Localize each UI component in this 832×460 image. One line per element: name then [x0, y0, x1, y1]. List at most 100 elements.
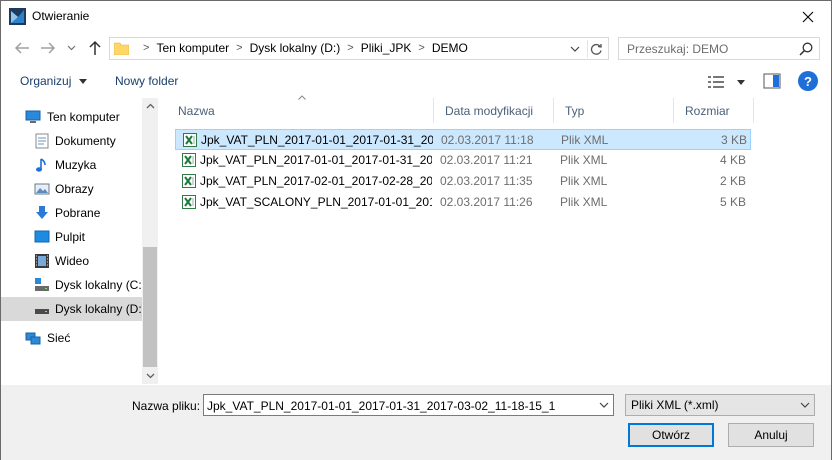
search-icon[interactable] [799, 42, 813, 56]
file-row[interactable]: Jpk_VAT_PLN_2017-02-01_2017-02-28_20... … [175, 171, 751, 192]
new-folder-button[interactable]: Nowy folder [115, 74, 178, 88]
scroll-up-button[interactable] [142, 98, 158, 114]
app-logo-icon [9, 8, 26, 25]
sidebar-item-pictures[interactable]: Obrazy [1, 177, 142, 201]
file-name: Jpk_VAT_SCALONY_PLN_2017-01-01_201... [200, 195, 432, 209]
file-name: Jpk_VAT_PLN_2017-01-01_2017-01-31_20... [201, 133, 433, 147]
file-name: Jpk_VAT_PLN_2017-01-01_2017-01-31_20... [200, 153, 432, 167]
file-type-filter-select[interactable]: Pliki XML (*.xml) [625, 394, 815, 416]
xml-file-icon [183, 133, 197, 147]
chevron-down-icon [67, 45, 75, 51]
scroll-down-button[interactable] [142, 368, 158, 384]
close-icon [802, 11, 814, 22]
column-header-name[interactable]: Nazwa [167, 95, 434, 123]
dialog-footer: Nazwa pliku: Pliki XML (*.xml) Otwórz An… [1, 385, 831, 460]
arrow-left-icon [14, 42, 29, 54]
sidebar-item-label: Dokumenty [55, 134, 116, 148]
view-options-button[interactable] [707, 73, 747, 91]
chevron-down-icon [570, 46, 580, 52]
file-size: 2 KB [719, 174, 746, 188]
arrow-right-icon [41, 42, 56, 54]
filename-input[interactable] [207, 398, 592, 413]
navigation-pane: Ten komputer Dokumenty Muzyka Obrazy Pob… [1, 98, 158, 384]
breadcrumb-drive-d[interactable]: Dysk lokalny (D:) [250, 41, 341, 55]
desktop-icon [34, 230, 50, 243]
sidebar-item-label: Obrazy [55, 182, 94, 196]
sidebar-item-drive-d[interactable]: Dysk lokalny (D:) [1, 297, 146, 321]
video-icon [35, 254, 49, 268]
breadcrumb-separator: > [418, 42, 425, 54]
sidebar-item-downloads[interactable]: Pobrane [1, 201, 142, 225]
file-type-filter-value: Pliki XML (*.xml) [631, 398, 719, 412]
chevron-down-icon [800, 402, 810, 408]
chevron-down-icon [78, 79, 87, 85]
sidebar-item-network[interactable]: Sieć [1, 326, 142, 350]
breadcrumb-pliki-jpk[interactable]: Pliki_JPK [361, 41, 412, 55]
search-input[interactable] [627, 41, 797, 56]
breadcrumb-this-pc[interactable]: Ten komputer [156, 41, 229, 55]
xml-file-icon [182, 174, 196, 188]
navigation-bar: > Ten komputer > Dysk lokalny (D:) > Pli… [1, 34, 831, 62]
drive-c-icon [35, 278, 49, 291]
sidebar-scrollbar[interactable] [142, 98, 158, 384]
column-header-label: Typ [565, 103, 585, 118]
file-row[interactable]: Jpk_VAT_PLN_2017-01-01_2017-01-31_20... … [175, 129, 751, 150]
file-date: 02.03.2017 11:35 [440, 174, 533, 188]
sidebar-item-label: Pulpit [55, 230, 86, 244]
preview-pane-icon[interactable] [763, 73, 781, 89]
file-date: 02.03.2017 11:26 [440, 195, 533, 209]
command-toolbar: Organizuj Nowy folder ? [1, 66, 831, 97]
documents-icon [35, 133, 49, 149]
file-row[interactable]: Jpk_VAT_PLN_2017-01-01_2017-01-31_20... … [175, 150, 751, 171]
file-type: Plik XML [560, 174, 608, 188]
file-name: Jpk_VAT_PLN_2017-02-01_2017-02-28_20... [200, 174, 432, 188]
chevron-down-icon [599, 402, 609, 408]
breadcrumb-separator: > [347, 42, 354, 54]
sidebar-item-documents[interactable]: Dokumenty [1, 129, 142, 153]
organize-menu-button[interactable]: Organizuj [20, 74, 87, 88]
column-header-type[interactable]: Typ [554, 98, 674, 123]
sidebar-item-video[interactable]: Wideo [1, 249, 142, 273]
cancel-button[interactable]: Anuluj [728, 423, 814, 447]
sidebar-item-music[interactable]: Muzyka [1, 153, 142, 177]
up-button[interactable] [85, 37, 105, 59]
xml-file-icon [182, 153, 196, 167]
back-button[interactable] [12, 37, 32, 59]
scrollbar-thumb[interactable] [143, 247, 157, 367]
file-row[interactable]: Jpk_VAT_SCALONY_PLN_2017-01-01_201... 02… [175, 192, 751, 213]
pictures-icon [34, 183, 50, 195]
refresh-icon [590, 43, 602, 55]
breadcrumb-demo[interactable]: DEMO [432, 41, 468, 55]
forward-button[interactable] [38, 37, 58, 59]
column-header-size[interactable]: Rozmiar [674, 98, 754, 123]
file-date: 02.03.2017 11:21 [440, 153, 533, 167]
address-history-button[interactable] [568, 42, 582, 56]
address-bar[interactable]: > Ten komputer > Dysk lokalny (D:) > Pli… [109, 37, 609, 60]
file-type: Plik XML [561, 133, 609, 147]
sidebar-item-label: Sieć [47, 331, 71, 345]
close-button[interactable] [785, 1, 831, 32]
window-title: Otwieranie [32, 9, 90, 23]
file-list: Nazwa Data modyfikacji Typ Rozmiar Jpk_V… [167, 95, 831, 384]
column-header-date[interactable]: Data modyfikacji [434, 98, 554, 123]
filename-combobox [203, 394, 614, 416]
filename-dropdown-button[interactable] [597, 398, 611, 412]
file-date: 02.03.2017 11:18 [441, 133, 534, 147]
sidebar-item-drive-c[interactable]: Dysk lokalny (C:) [1, 273, 146, 297]
sidebar-item-label: Wideo [55, 254, 90, 268]
breadcrumb-separator: > [143, 42, 150, 54]
file-size: 5 KB [719, 195, 746, 209]
recent-locations-button[interactable] [64, 37, 78, 59]
filename-label: Nazwa pliku: [132, 399, 201, 413]
music-icon [36, 158, 46, 172]
chevron-down-icon [737, 79, 745, 85]
arrow-up-icon [89, 40, 101, 55]
help-button[interactable]: ? [798, 71, 818, 91]
sidebar-item-desktop[interactable]: Pulpit [1, 225, 142, 249]
sidebar-item-this-pc[interactable]: Ten komputer [1, 105, 142, 129]
sidebar-item-label: Ten komputer [47, 110, 120, 124]
details-view-icon [708, 76, 724, 88]
refresh-button[interactable] [587, 40, 605, 58]
chevron-up-icon [146, 103, 154, 109]
open-button[interactable]: Otwórz [628, 423, 714, 447]
